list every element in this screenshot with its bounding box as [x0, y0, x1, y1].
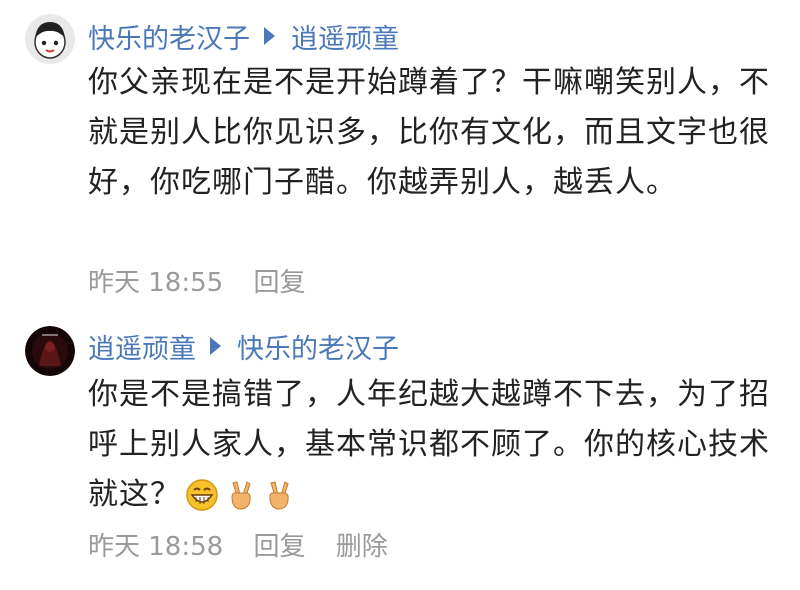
reply-arrow-icon: [210, 337, 221, 355]
comment-text: 你是不是搞错了，人年纪越大越蹲不下去，为了招呼上别人家人，基本常识都不顾了。你的…: [88, 370, 778, 528]
author-name[interactable]: 快乐的老汉子: [88, 17, 250, 56]
comment-item: 逍遥顽童 快乐的老汉子 你是不是搞错了，人年纪越大越蹲不下去，为了招呼上别人家人…: [0, 318, 800, 590]
comment-text: 你父亲现在是不是开始蹲着了？干嘛嘲笑别人，不就是别人比你见识多，比你有文化，而且…: [88, 65, 770, 200]
reply-button[interactable]: 回复: [253, 532, 305, 562]
reply-to-name[interactable]: 快乐的老汉子: [237, 327, 399, 366]
author-name[interactable]: 逍遥顽童: [88, 327, 196, 366]
timestamp: 昨天 18:55: [88, 268, 224, 298]
comment-meta: 昨天 18:58 回复 删除: [88, 526, 410, 563]
avatar[interactable]: [25, 14, 75, 64]
comment-item: 快乐的老汉子 逍遥顽童 你父亲现在是不是开始蹲着了？干嘛嘲笑别人，不就是别人比你…: [0, 0, 800, 310]
victory-hand-emoji-icon: [223, 478, 257, 528]
reply-arrow-icon: [264, 27, 275, 45]
victory-hand-emoji-icon: [261, 478, 295, 528]
comment-header: 快乐的老汉子 逍遥顽童: [88, 14, 399, 58]
reply-button[interactable]: 回复: [253, 268, 305, 298]
reply-to-name[interactable]: 逍遥顽童: [291, 17, 399, 56]
comment-meta: 昨天 18:55 回复: [88, 262, 327, 299]
avatar[interactable]: [25, 326, 75, 376]
grinning-emoji-icon: [185, 478, 219, 528]
comment-header: 逍遥顽童 快乐的老汉子: [88, 324, 399, 368]
delete-button[interactable]: 删除: [336, 532, 388, 562]
timestamp: 昨天 18:58: [88, 532, 224, 562]
